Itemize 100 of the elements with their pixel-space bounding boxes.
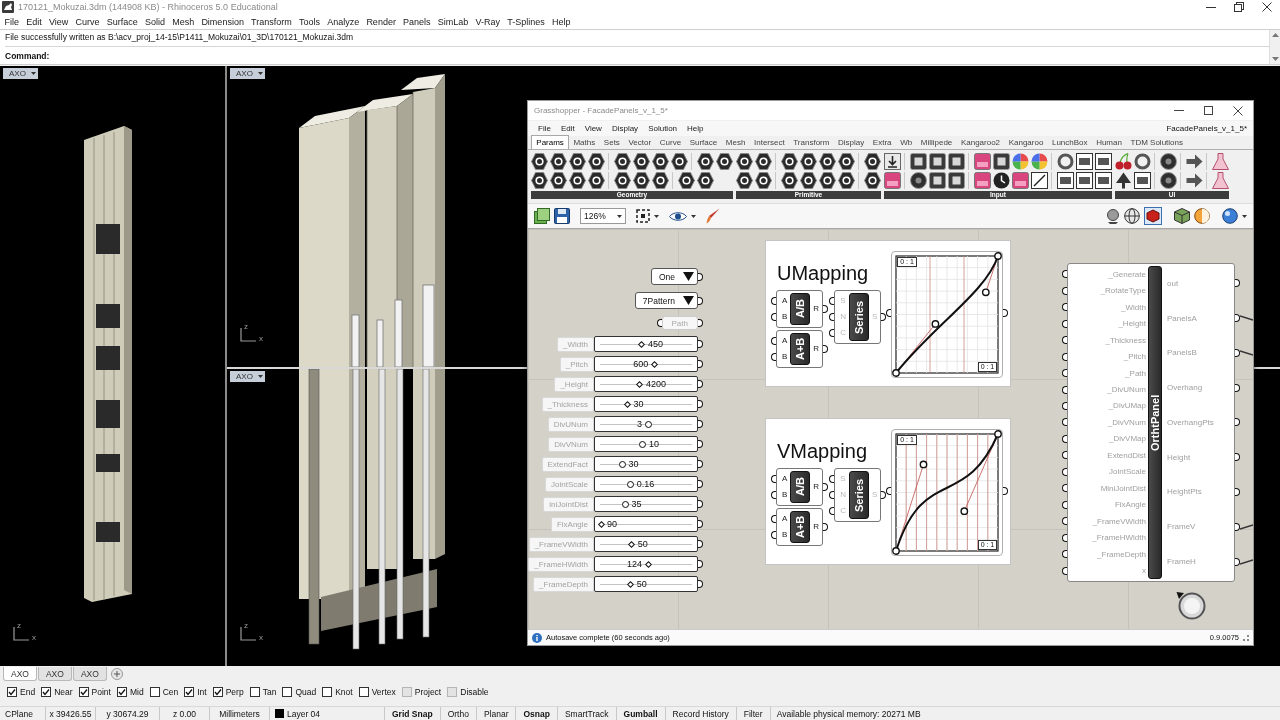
- ribbon-tab[interactable]: Mesh: [721, 137, 750, 149]
- maximize-icon[interactable]: [1204, 106, 1213, 115]
- hexagon-icon[interactable]: [838, 172, 855, 189]
- canvas[interactable]: [528, 229, 1253, 629]
- slider-thumb[interactable]: [597, 520, 605, 528]
- status-toggle[interactable]: SmartTrack: [557, 707, 617, 720]
- output-port[interactable]: [698, 580, 703, 588]
- file-tile-icon[interactable]: [1076, 172, 1093, 189]
- slider-track[interactable]: 450: [594, 336, 698, 352]
- output-port[interactable]: [1235, 453, 1240, 462]
- menu-item[interactable]: Edit: [555, 124, 580, 133]
- caret-icon[interactable]: [691, 214, 696, 218]
- output-port[interactable]: [698, 380, 703, 388]
- output-port[interactable]: [881, 312, 887, 321]
- checkbox[interactable]: [282, 686, 293, 697]
- circle-icon[interactable]: [1160, 153, 1177, 170]
- output-port[interactable]: [698, 400, 703, 408]
- value-list[interactable]: One: [650, 268, 698, 285]
- menu-item[interactable]: Solution: [643, 124, 683, 133]
- minimize-icon[interactable]: [1206, 6, 1216, 8]
- output-port[interactable]: [1003, 487, 1009, 495]
- output-port[interactable]: [1235, 557, 1240, 566]
- tile-icon[interactable]: [1012, 172, 1029, 189]
- output-port[interactable]: [698, 319, 703, 327]
- caret-icon[interactable]: [654, 214, 659, 218]
- box-icon[interactable]: [1174, 208, 1190, 224]
- view-name-tab[interactable]: AXO: [230, 68, 265, 79]
- menu-item[interactable]: V-Ray: [471, 16, 504, 27]
- checkbox[interactable]: [7, 686, 17, 697]
- ribbon-tab[interactable]: Intersect: [749, 137, 789, 149]
- control-point[interactable]: [931, 320, 940, 328]
- caret-down-icon[interactable]: [1271, 57, 1279, 61]
- status-toggle[interactable]: Planar: [476, 707, 517, 720]
- color-wheel-icon[interactable]: [1031, 153, 1048, 170]
- caret-icon[interactable]: [30, 72, 36, 75]
- output-port[interactable]: [698, 460, 703, 468]
- slider-track[interactable]: 3: [594, 416, 698, 432]
- output-port[interactable]: [1235, 348, 1240, 357]
- file-tile-icon[interactable]: [1095, 153, 1112, 170]
- hexagon-icon[interactable]: [755, 153, 772, 170]
- ribbon-tab[interactable]: Kangaroo2: [956, 137, 1005, 149]
- slider-thumb[interactable]: [627, 580, 635, 588]
- menu-item[interactable]: Dimension: [197, 16, 248, 27]
- output-port[interactable]: [698, 296, 703, 305]
- slider-thumb[interactable]: [627, 480, 635, 488]
- square-icon[interactable]: [948, 172, 965, 189]
- color-wheel-icon[interactable]: [1012, 153, 1029, 170]
- file-tile-icon[interactable]: [1057, 172, 1074, 189]
- half-shaded-sphere-icon[interactable]: [1194, 208, 1210, 224]
- control-point[interactable]: [982, 288, 990, 297]
- hexagon-icon[interactable]: [736, 172, 753, 189]
- sphere-on-stand-icon[interactable]: [1106, 208, 1120, 224]
- hexagon-icon[interactable]: [697, 153, 714, 170]
- close-icon[interactable]: [1262, 2, 1272, 12]
- square-icon[interactable]: [993, 153, 1010, 170]
- slider-thumb[interactable]: [628, 540, 636, 548]
- ribbon-tab[interactable]: Human: [1091, 137, 1127, 149]
- output-port[interactable]: [698, 480, 703, 488]
- square-icon[interactable]: [910, 153, 927, 170]
- component[interactable]: [1067, 263, 1235, 582]
- status-toggle[interactable]: Osnap: [516, 707, 558, 720]
- tree-icon[interactable]: [1115, 172, 1132, 189]
- menu-item[interactable]: T-Splines: [503, 16, 549, 27]
- arrow-icon[interactable]: [1186, 153, 1203, 170]
- view-name-tab[interactable]: AXO: [230, 371, 265, 382]
- hexagon-icon[interactable]: [781, 172, 798, 189]
- output-port[interactable]: [698, 560, 703, 568]
- output-port[interactable]: [698, 500, 703, 508]
- hexagon-icon[interactable]: [819, 172, 836, 189]
- status-toggle[interactable]: Record History: [665, 707, 737, 720]
- output-port[interactable]: [698, 340, 703, 348]
- ribbon-tab[interactable]: Kangaroo: [1004, 137, 1048, 149]
- hexagon-icon[interactable]: [569, 153, 586, 170]
- output-port[interactable]: [1235, 314, 1240, 323]
- output-port[interactable]: [698, 420, 703, 428]
- graph-icon[interactable]: [1031, 172, 1048, 189]
- hexagon-icon[interactable]: [838, 153, 855, 170]
- control-point[interactable]: [960, 507, 969, 516]
- output-port[interactable]: [1235, 383, 1240, 392]
- ribbon-tab[interactable]: Params: [531, 135, 570, 149]
- hexagon-icon[interactable]: [800, 153, 817, 170]
- menu-item[interactable]: Surface: [103, 16, 142, 27]
- cube-icon[interactable]: [1144, 207, 1162, 225]
- checkbox[interactable]: [358, 686, 369, 697]
- caret-icon[interactable]: [257, 375, 263, 378]
- square-icon[interactable]: [948, 153, 965, 170]
- hexagon-icon[interactable]: [819, 153, 836, 170]
- timer-icon[interactable]: [1176, 590, 1206, 620]
- arrow-icon[interactable]: [1186, 172, 1203, 189]
- square-icon[interactable]: [929, 172, 946, 189]
- viewport-tab[interactable]: AXO: [3, 667, 37, 681]
- ribbon-tab[interactable]: Maths: [569, 137, 600, 149]
- hexagon-icon[interactable]: [633, 153, 650, 170]
- menu-item[interactable]: Analyze: [323, 16, 363, 27]
- menu-item[interactable]: Transform: [247, 16, 296, 27]
- output-port[interactable]: [698, 272, 703, 281]
- file-tile-icon[interactable]: [1134, 172, 1151, 189]
- ribbon-tab[interactable]: Sets: [599, 137, 625, 149]
- eye-icon[interactable]: [669, 210, 687, 222]
- caret-icon[interactable]: [683, 296, 694, 305]
